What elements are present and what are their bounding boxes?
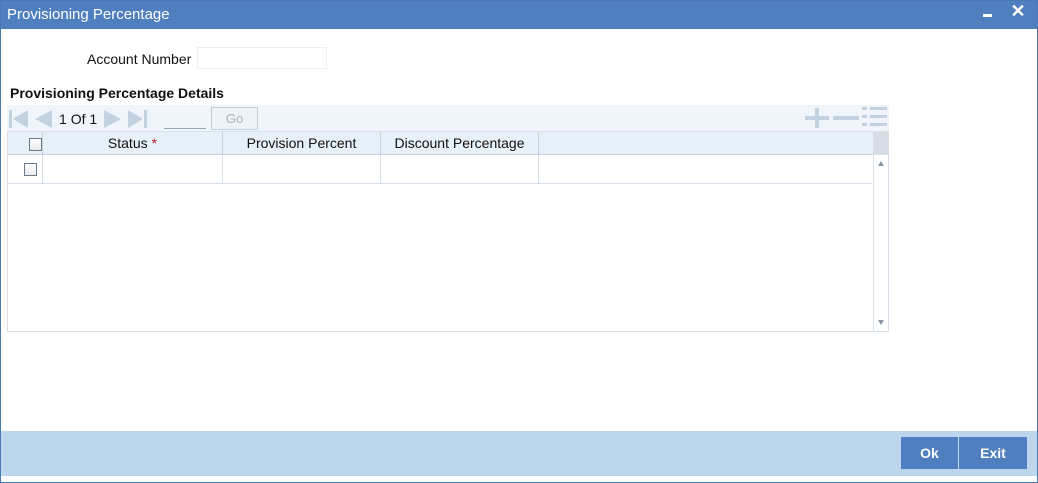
provisioning-details-grid: Status * Provision Percent Discount Perce… bbox=[7, 131, 889, 332]
column-header-discount-percentage[interactable]: Discount Percentage bbox=[381, 132, 539, 155]
exit-button[interactable]: Exit bbox=[959, 437, 1027, 469]
scrollbar-header-block bbox=[874, 132, 889, 155]
close-icon: ✕ bbox=[1010, 1, 1026, 21]
footer-bar: Ok Exit bbox=[1, 431, 1037, 476]
column-header-provision-percent[interactable]: Provision Percent bbox=[223, 132, 381, 155]
grid-vertical-scrollbar[interactable] bbox=[873, 132, 889, 331]
section-title: Provisioning Percentage Details bbox=[10, 85, 224, 101]
add-row-icon[interactable] bbox=[805, 108, 829, 128]
scroll-up-arrow-icon[interactable] bbox=[878, 161, 884, 166]
first-page-icon[interactable] bbox=[9, 110, 29, 128]
provisioning-percentage-window: Provisioning Percentage ✕ Account Number… bbox=[0, 0, 1038, 483]
grid-header: Status * Provision Percent Discount Perce… bbox=[8, 132, 888, 155]
pager-of-label: Of bbox=[70, 111, 86, 127]
column-header-status[interactable]: Status * bbox=[43, 132, 223, 155]
column-header-status-label: Status bbox=[107, 135, 148, 151]
scroll-down-arrow-icon[interactable] bbox=[878, 320, 884, 325]
window-title: Provisioning Percentage bbox=[7, 6, 170, 23]
provision-percent-cell[interactable] bbox=[223, 155, 381, 184]
required-marker: * bbox=[151, 135, 158, 151]
row-select-cell bbox=[8, 155, 43, 184]
account-number-input[interactable] bbox=[197, 47, 327, 69]
minimize-icon bbox=[983, 14, 992, 17]
status-cell[interactable] bbox=[43, 155, 223, 184]
row-checkbox[interactable] bbox=[24, 163, 37, 176]
bottom-strip bbox=[1, 476, 1037, 482]
table-row bbox=[8, 155, 872, 184]
last-page-icon[interactable] bbox=[127, 110, 147, 128]
pager-current: 1 bbox=[59, 111, 67, 127]
title-bar[interactable]: Provisioning Percentage ✕ bbox=[1, 1, 1037, 29]
minimize-button[interactable] bbox=[979, 5, 995, 23]
next-page-icon[interactable] bbox=[103, 110, 123, 128]
previous-page-icon[interactable] bbox=[33, 110, 53, 128]
delete-row-icon[interactable] bbox=[833, 108, 859, 128]
ok-button[interactable]: Ok bbox=[901, 437, 958, 469]
page-number-input[interactable] bbox=[164, 107, 206, 129]
account-number-label: Account Number bbox=[87, 51, 192, 67]
single-record-view-icon[interactable] bbox=[862, 106, 887, 128]
select-all-checkbox[interactable] bbox=[29, 138, 42, 151]
column-header-provision-percent-label: Provision Percent bbox=[246, 135, 357, 151]
go-button[interactable]: Go bbox=[211, 107, 258, 130]
column-header-discount-percentage-label: Discount Percentage bbox=[394, 135, 525, 151]
discount-percentage-cell[interactable] bbox=[381, 155, 539, 184]
select-all-cell bbox=[8, 132, 43, 155]
close-button[interactable]: ✕ bbox=[1009, 2, 1027, 22]
pager-status: 1 Of 1 bbox=[59, 111, 97, 127]
pager-total: 1 bbox=[89, 111, 98, 127]
grid-toolbar: 1 Of 1 Go bbox=[7, 105, 889, 131]
